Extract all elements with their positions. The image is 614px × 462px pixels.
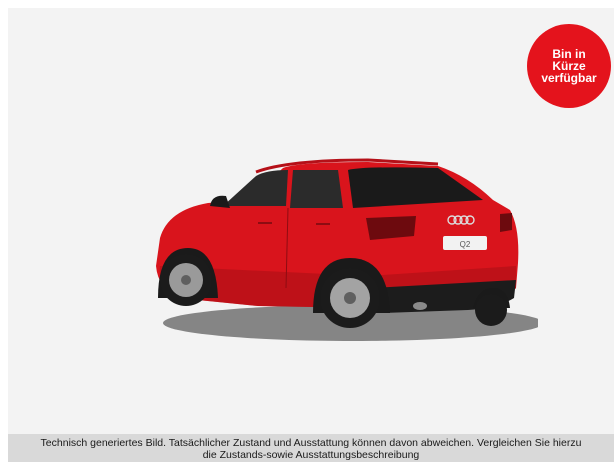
side-mirror <box>210 195 230 208</box>
license-plate-text: Q2 <box>460 240 471 249</box>
tail-light-right <box>500 213 512 232</box>
wheel-front <box>160 254 212 306</box>
wheel-rear <box>320 268 380 328</box>
badge-line-3: verfügbar <box>541 71 597 85</box>
exhaust-pipe <box>413 302 427 310</box>
availability-badge: Bin in Kürze verfügbar <box>527 24 611 108</box>
disclaimer-line-1: Technisch generiertes Bild. Tatsächliche… <box>40 437 582 449</box>
side-window-front <box>223 170 288 206</box>
car-image: Q2 <box>156 158 538 341</box>
vehicle-image-panel: Bin in Kürze verfügbar Q2 Technisch gene… <box>8 8 614 462</box>
tail-light-left <box>366 216 416 240</box>
side-window-rear <box>290 170 343 208</box>
disclaimer-line-2: die Zustands-sowie Ausstattungsbeschreib… <box>202 449 420 461</box>
image-disclaimer: Technisch generiertes Bild. Tatsächliche… <box>8 434 614 462</box>
wheel-rear-far <box>475 294 507 326</box>
